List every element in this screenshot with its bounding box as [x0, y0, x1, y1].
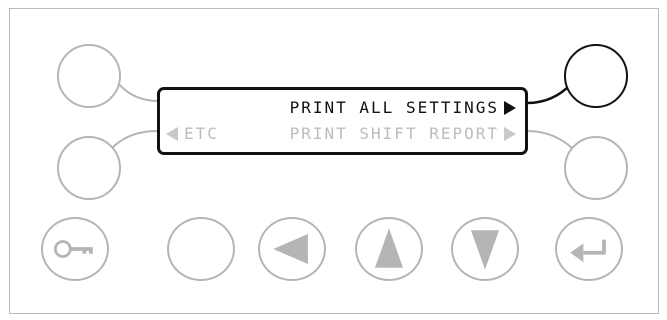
key-icon	[53, 240, 93, 258]
etc-label: ETC	[184, 124, 219, 143]
menu-item-label: PRINT SHIFT REPORT	[289, 124, 499, 143]
right-arrow-icon	[504, 127, 516, 141]
down-arrow-button[interactable]	[451, 217, 519, 281]
enter-button[interactable]	[555, 217, 623, 281]
down-arrow-icon	[470, 230, 500, 270]
lcd-display: PRINT ALL SETTINGS ETC PRINT SHIFT REPOR…	[157, 87, 528, 155]
menu-item-label: PRINT ALL SETTINGS	[289, 98, 499, 117]
menu-item-print-all-settings[interactable]: PRINT ALL SETTINGS	[160, 96, 525, 120]
enter-icon	[570, 239, 606, 263]
right-arrow-icon	[504, 101, 516, 115]
blank-button[interactable]	[167, 217, 235, 281]
up-arrow-button[interactable]	[355, 217, 423, 281]
left-arrow-icon	[166, 127, 178, 141]
softkey-left-top-button[interactable]	[57, 44, 121, 108]
left-arrow-icon	[273, 234, 308, 264]
softkey-left-bottom-button[interactable]	[57, 136, 121, 200]
left-arrow-button[interactable]	[258, 217, 326, 281]
softkey-right-bottom-button[interactable]	[564, 136, 628, 200]
key-button[interactable]	[41, 217, 109, 281]
menu-item-print-shift-report[interactable]: ETC PRINT SHIFT REPORT	[160, 122, 525, 146]
softkey-right-top-button[interactable]	[564, 44, 628, 108]
up-arrow-icon	[374, 228, 404, 268]
